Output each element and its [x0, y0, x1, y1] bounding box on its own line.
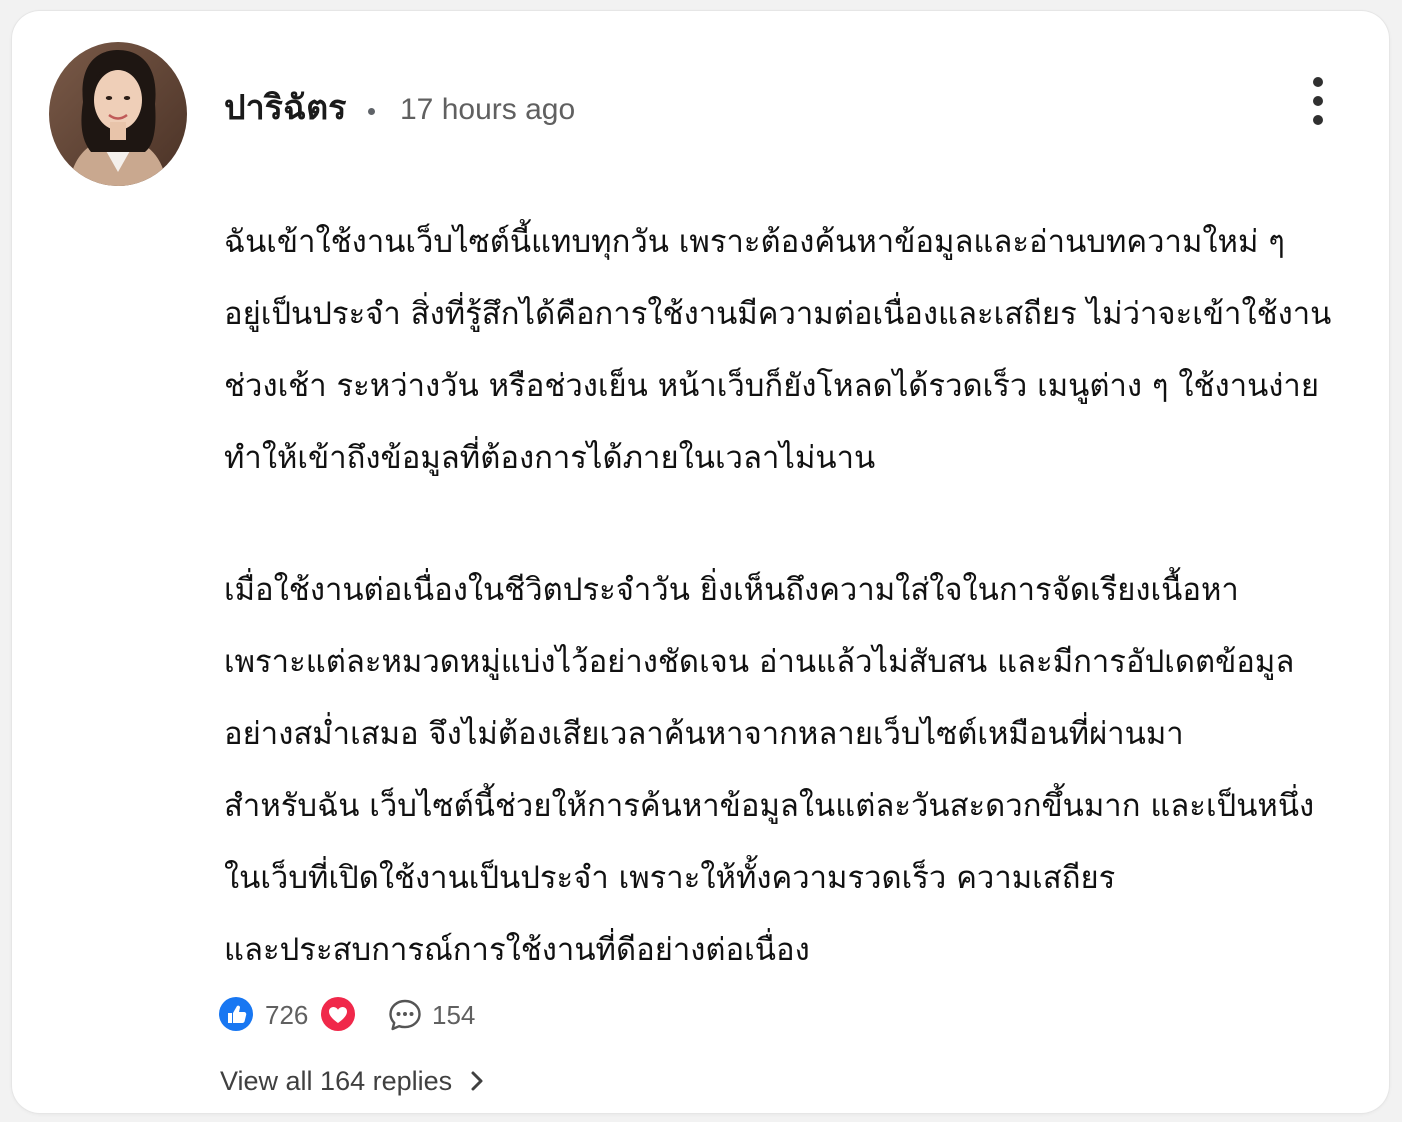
- more-dot: [1313, 115, 1323, 125]
- view-replies-button[interactable]: View all 164 replies: [220, 1061, 486, 1101]
- chevron-right-icon: [468, 1069, 486, 1093]
- more-options-button[interactable]: [1303, 71, 1333, 131]
- comment-line: ช่วงเช้า ระหว่างวัน หรือช่วงเย็น หน้าเว็…: [224, 368, 1320, 404]
- comment-line: ฉันเข้าใช้งานเว็บไซต์นี้แทบทุกวัน เพราะต…: [224, 224, 1285, 260]
- comment-count: 154: [432, 1000, 476, 1030]
- comment-body: ฉันเข้าใช้งานเว็บไซต์นี้แทบทุกวัน เพราะต…: [224, 206, 1334, 986]
- comment-line: ในเว็บที่เปิดใช้งานเป็นประจำ เพราะให้ทั้…: [224, 860, 1116, 896]
- author-name[interactable]: ปาริฉัตร: [224, 83, 346, 133]
- more-dot: [1313, 96, 1323, 106]
- avatar[interactable]: [49, 42, 187, 186]
- view-replies-label: View all 164 replies: [220, 1066, 453, 1096]
- comment-line: และประสบการณ์การใช้งานที่ดีอย่างต่อเนื่อ…: [224, 932, 810, 968]
- comment-line: ทำให้เข้าถึงข้อมูลที่ต้องการได้ภายในเวลา…: [224, 440, 876, 476]
- comment-line: อย่างสม่ำเสมอ จึงไม่ต้องเสียเวลาค้นหาจาก…: [224, 716, 1184, 752]
- comment-card: ปาริฉัตร 17 hours ago ฉันเข้าใช้งานเว็บไ…: [12, 11, 1389, 1113]
- comment-line: อยู่เป็นประจำ สิ่งที่รู้สึกได้คือการใช้ง…: [224, 296, 1332, 332]
- reaction-count: 726: [265, 1000, 309, 1030]
- thumbs-up-icon[interactable]: [219, 997, 253, 1031]
- comment-line: เพราะแต่ละหมวดหมู่แบ่งไว้อย่างชัดเจน อ่า…: [224, 644, 1295, 680]
- more-dot: [1313, 77, 1323, 87]
- comment-line: สำหรับฉัน เว็บไซต์นี้ช่วยให้การค้นหาข้อม…: [224, 788, 1315, 824]
- timestamp: 17 hours ago: [400, 93, 576, 126]
- heart-icon[interactable]: [321, 997, 355, 1031]
- speech-bubble-icon[interactable]: [386, 996, 424, 1034]
- separator-dot: [368, 108, 375, 115]
- comment-line: เมื่อใช้งานต่อเนื่องในชีวิตประจำวัน ยิ่ง…: [224, 572, 1239, 608]
